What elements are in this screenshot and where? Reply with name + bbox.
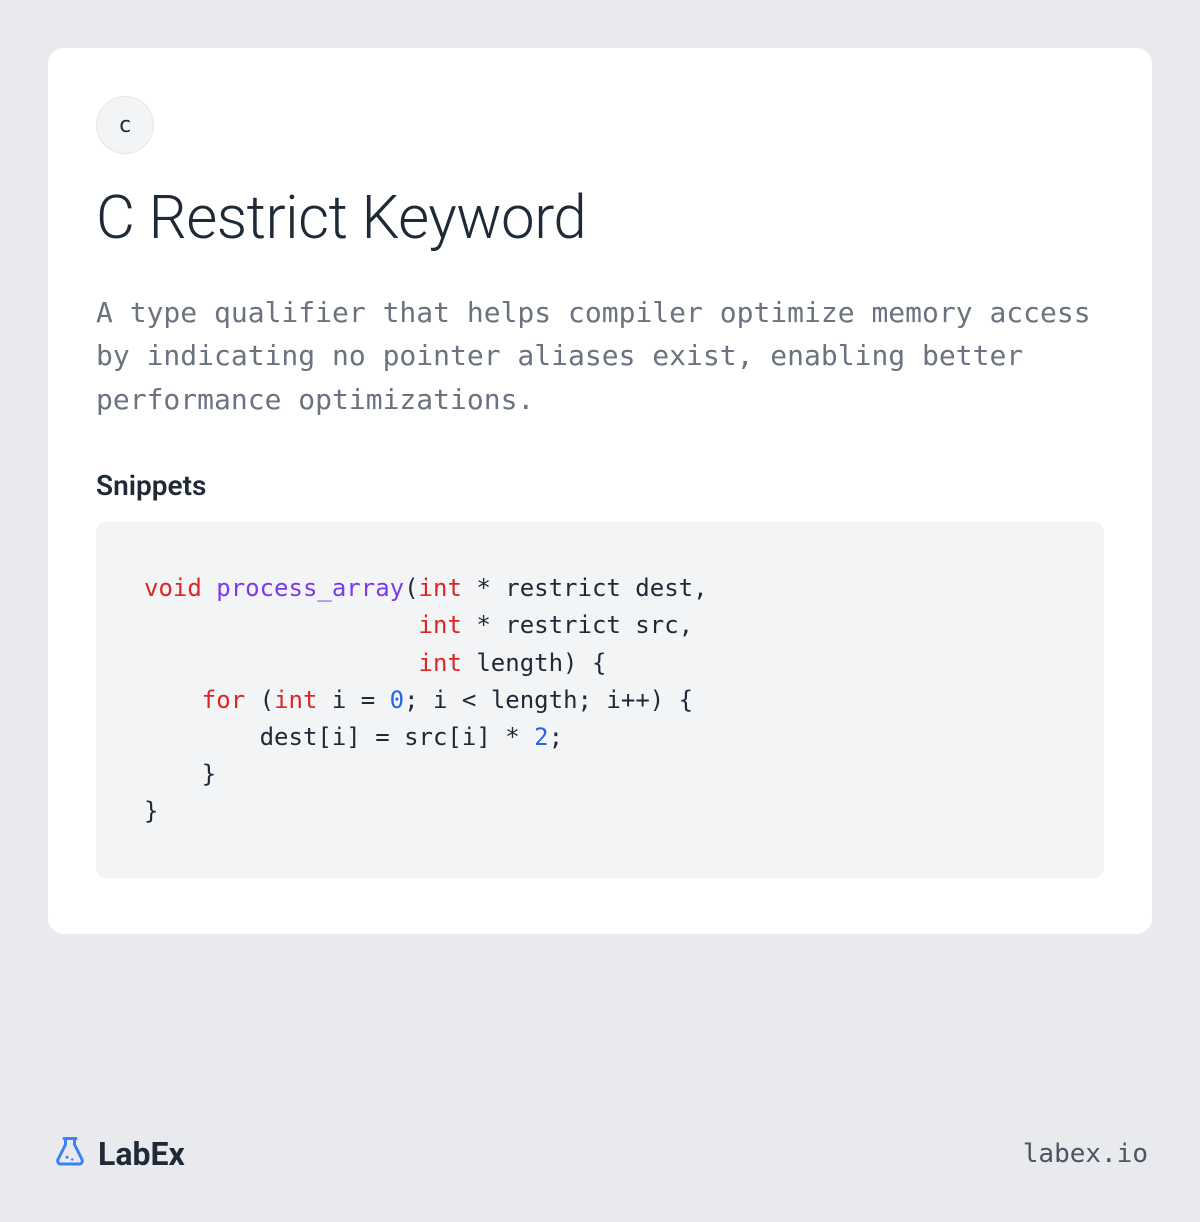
code-snippet: void process_array(int * restrict dest, … bbox=[96, 522, 1104, 878]
page-title: C Restrict Keyword bbox=[96, 182, 1104, 253]
brand-logo: LabEx bbox=[52, 1134, 185, 1174]
language-badge: c bbox=[96, 96, 154, 154]
brand-name: LabEx bbox=[98, 1135, 185, 1173]
content-card: c C Restrict Keyword A type qualifier th… bbox=[48, 48, 1152, 934]
snippets-heading: Snippets bbox=[96, 469, 1104, 502]
language-badge-letter: c bbox=[118, 113, 131, 138]
flask-icon bbox=[52, 1134, 88, 1174]
description-text: A type qualifier that helps compiler opt… bbox=[96, 291, 1104, 421]
footer: LabEx labex.io bbox=[48, 1106, 1152, 1174]
site-url: labex.io bbox=[1023, 1139, 1148, 1169]
